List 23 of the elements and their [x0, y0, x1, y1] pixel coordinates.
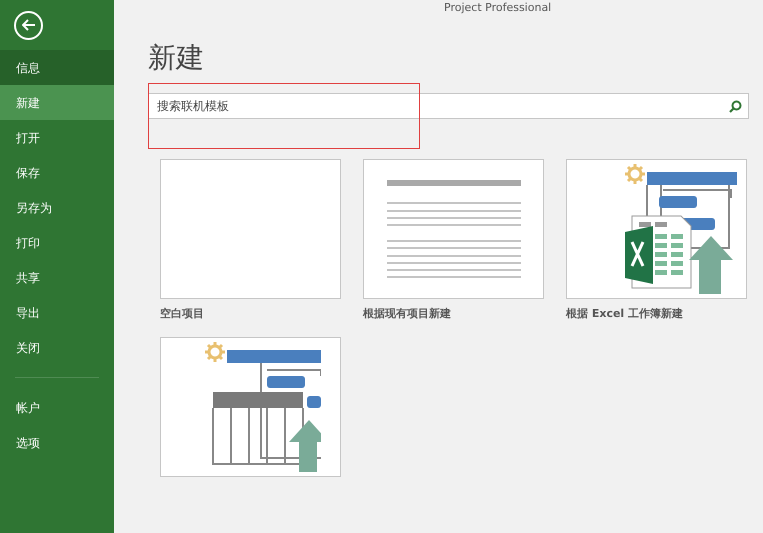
template-card[interactable] — [160, 336, 341, 476]
template-card[interactable] — [363, 159, 544, 299]
sidebar-item[interactable]: 共享 — [0, 260, 114, 295]
back-arrow-icon — [22, 19, 36, 31]
back-button[interactable] — [14, 10, 43, 40]
window-title: Project Professional — [444, 0, 552, 16]
sidebar-item[interactable]: 打开 — [0, 120, 114, 155]
sidebar-item[interactable]: 保存 — [0, 155, 114, 190]
page-heading: 新建 — [148, 40, 205, 76]
template-label: 根据现有项目新建 — [363, 306, 452, 322]
search-field[interactable]: 搜索联机模板 — [148, 93, 749, 119]
sidebar-item[interactable]: 另存为 — [0, 190, 114, 225]
sidebar-item[interactable]: 导出 — [0, 295, 114, 330]
search-icon[interactable] — [729, 100, 742, 113]
template-label: 空白项目 — [160, 306, 205, 322]
sidebar-item[interactable]: 新建 — [0, 85, 114, 120]
template-card[interactable] — [566, 159, 747, 299]
template-label: 根据 Excel 工作簿新建 — [566, 306, 684, 322]
sidebar-item[interactable]: 帐户 — [0, 390, 114, 425]
sidebar-item[interactable]: 关闭 — [0, 330, 114, 365]
sidebar-item[interactable]: 信息 — [0, 50, 114, 85]
sidebar-item[interactable]: 打印 — [0, 225, 114, 260]
sidebar-item[interactable]: 选项 — [0, 425, 114, 460]
